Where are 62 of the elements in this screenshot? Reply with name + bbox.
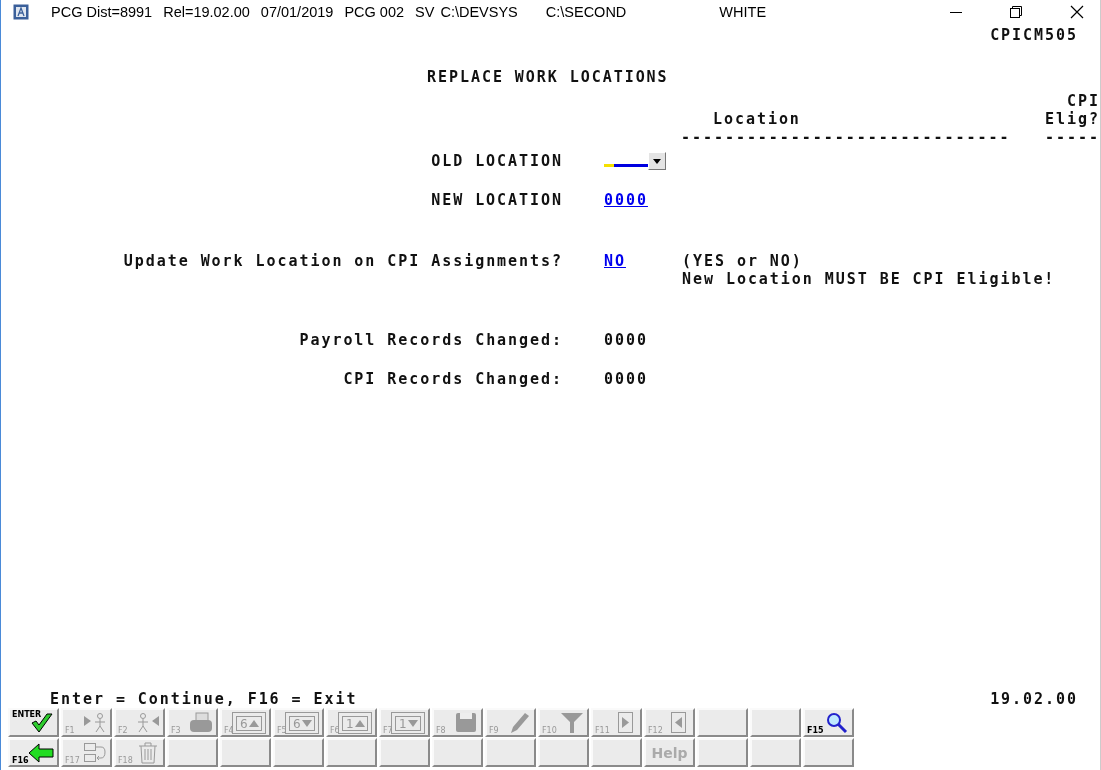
field-value: 0000 (604, 370, 648, 388)
function-key-button[interactable]: F15 (803, 708, 854, 737)
field-label: Payroll Records Changed: (299, 331, 563, 349)
search-icon (825, 712, 849, 734)
walking-person-icon (83, 712, 107, 734)
empty-toolbar-slot (485, 738, 536, 767)
field-value-link[interactable]: 0000 (604, 191, 648, 209)
title-text: Rel=19.02.00 (163, 3, 250, 20)
location-dropdown[interactable] (604, 164, 648, 167)
caret-icon (653, 158, 661, 164)
empty-toolbar-slot (220, 738, 271, 767)
field-label: CPI Records Changed: (343, 370, 563, 388)
empty-toolbar-slot (697, 738, 748, 767)
title-text: PCG Dist=8991 (51, 3, 153, 20)
empty-toolbar-slot (167, 738, 218, 767)
list-swap-icon (83, 742, 107, 764)
walking-person-icon (136, 712, 160, 734)
field-label: Update Work Location on CPI Assignments? (123, 252, 563, 270)
empty-toolbar-slot (273, 738, 324, 767)
dropdown-button[interactable] (648, 152, 666, 170)
version-label: 19.02.00 (990, 690, 1078, 708)
empty-toolbar-slot (750, 708, 801, 737)
field-note: New Location MUST BE CPI Eligible! (682, 270, 1056, 288)
screen-heading: REPLACE WORK LOCATIONS (427, 68, 669, 86)
page-down-icon: 1 (391, 712, 425, 734)
title-text: C:\DEVSYS (440, 3, 518, 20)
function-key-button[interactable]: F16 (8, 738, 59, 767)
field-label: NEW LOCATION (431, 191, 563, 209)
title-text: 07/01/2019 (260, 3, 334, 20)
empty-toolbar-slot (591, 738, 642, 767)
screen-id: CPICM505 (990, 26, 1078, 44)
close-icon[interactable] (1070, 4, 1084, 19)
empty-toolbar-slot (432, 738, 483, 767)
printer-icon (189, 712, 213, 734)
empty-toolbar-slot (803, 738, 854, 767)
title-text: C:\SECOND (545, 3, 627, 20)
page-up-icon: 1 (338, 712, 372, 734)
restore-icon[interactable] (1010, 5, 1022, 18)
field-note: (YES or NO) (682, 252, 804, 270)
page-down-icon: 6 (285, 712, 319, 734)
field-value: 0000 (604, 331, 648, 349)
column-rule: ----- (1045, 128, 1100, 146)
field-value-link[interactable]: NO (604, 252, 637, 270)
left-arrow-icon (28, 742, 54, 764)
empty-toolbar-slot (326, 738, 377, 767)
field-label: OLD LOCATION (431, 152, 563, 170)
empty-toolbar-slot (750, 738, 801, 767)
funnel-icon (560, 712, 584, 734)
column-rule: ------------------------------ (681, 128, 1012, 146)
key-hint: Enter = Continue, F16 = Exit (50, 690, 358, 708)
column-header: CPI Elig? (1044, 92, 1100, 128)
user-name: WHITE (719, 3, 767, 20)
page-up-icon: 6 (232, 712, 266, 734)
trash-can-icon (136, 742, 160, 764)
title-text: PCG 002 (344, 3, 405, 20)
function-key-button[interactable]: ENTER (8, 708, 59, 737)
empty-toolbar-slot (538, 738, 589, 767)
empty-toolbar-slot (697, 708, 748, 737)
column-header: Location (712, 110, 802, 128)
title-text: SV (415, 3, 435, 20)
app-icon (13, 3, 29, 20)
empty-toolbar-slot (379, 738, 430, 767)
